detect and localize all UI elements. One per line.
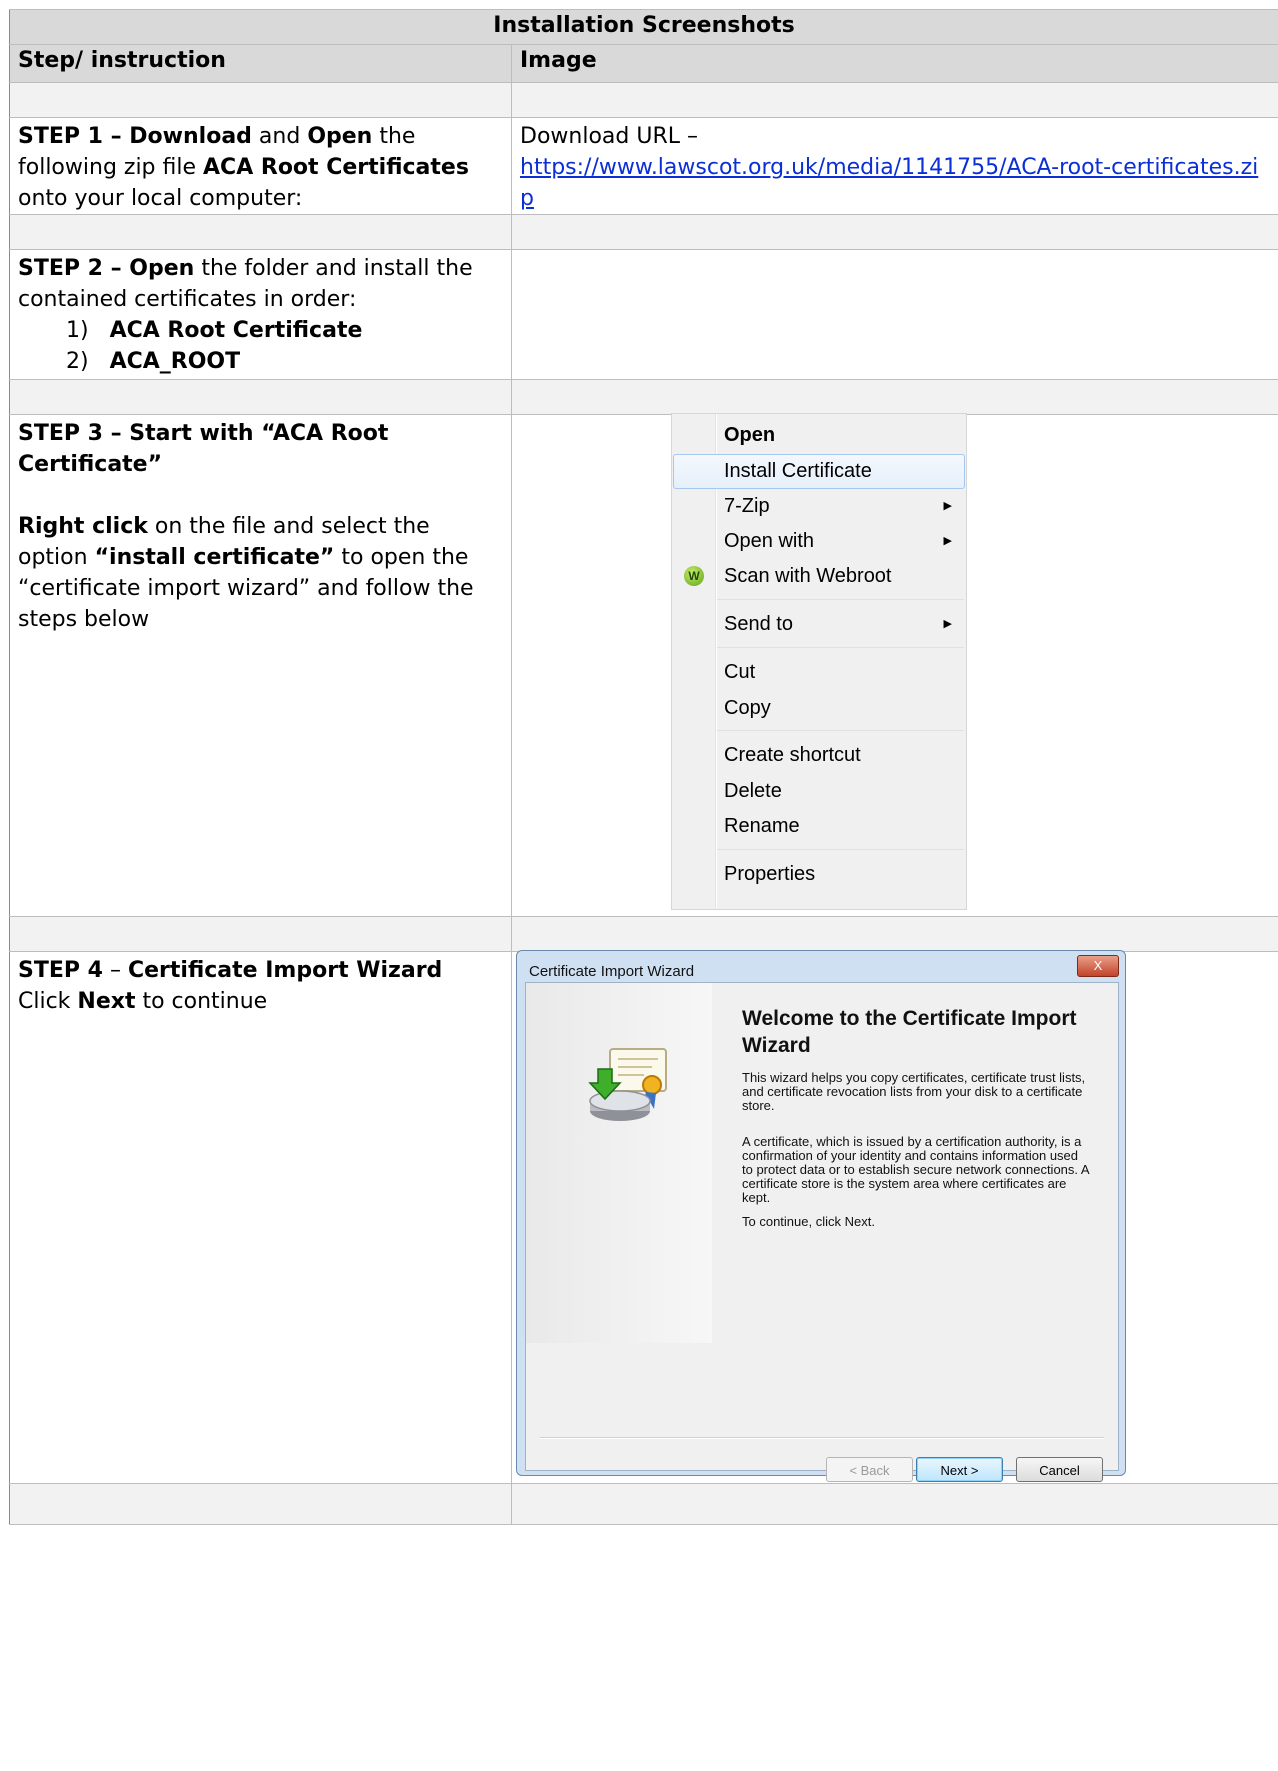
spacer-row: [9, 1483, 1278, 1525]
wizard-paragraph: To continue, click Next.: [742, 1214, 875, 1229]
zip-file-name: ACA Root Certificates: [203, 155, 469, 180]
menu-item-copy[interactable]: Copy: [672, 691, 966, 726]
submenu-arrow-icon: ▶: [943, 535, 952, 547]
step3-image-cell: Open Install Certificate 7-Zip ▶ Open wit…: [510, 413, 1278, 917]
table-title: Installation Screenshots: [8, 9, 1278, 45]
column-header-image: Image: [510, 44, 1278, 83]
installation-table: Installation Screenshots Step/ instructi…: [8, 9, 1278, 1525]
step4-instruction: STEP 4 – Certificate Import Wizard Click…: [9, 951, 512, 1484]
menu-item-cut[interactable]: Cut: [672, 655, 966, 690]
table-header-row: Step/ instruction Image: [9, 44, 1278, 83]
step2-row: STEP 2 – Open the folder and install the…: [9, 249, 1278, 380]
next-button[interactable]: Next >: [916, 1457, 1003, 1482]
table-title-row: Installation Screenshots: [8, 9, 1278, 45]
menu-separator: [717, 599, 964, 600]
list-item: 1) ACA Root Certificate: [66, 318, 363, 343]
step3-heading: STEP 3 – Start with “ACA Root Certificat…: [18, 421, 389, 477]
step4-text: Click Next to continue: [18, 989, 268, 1014]
menu-item-rename[interactable]: Rename: [672, 809, 966, 844]
step1-image-cell: Download URL – https://www.lawscot.org.uk…: [510, 117, 1278, 215]
certificate-import-icon: [588, 1048, 667, 1121]
list-item: 2) ACA_ROOT: [66, 349, 241, 374]
menu-separator: [717, 849, 964, 850]
wizard-divider: [540, 1437, 1104, 1439]
step2-image-cell: [510, 249, 1278, 380]
download-word: Download: [129, 124, 252, 149]
step4-image-cell: Certificate Import Wizard X Welcome to t…: [510, 950, 1278, 1484]
menu-item-open-with[interactable]: Open with ▶: [672, 524, 966, 559]
wizard-paragraph: A certificate, which is issued by a cert…: [742, 1134, 1089, 1205]
menu-item-7zip[interactable]: 7-Zip ▶: [672, 489, 966, 524]
step3-text: Right click on the file and select the o…: [18, 514, 474, 632]
step2-instruction: STEP 2 – Open the folder and install the…: [9, 249, 512, 380]
open-word: Open: [129, 256, 195, 281]
step1-instruction: STEP 1 – Download and Open the following…: [9, 117, 512, 215]
menu-item-send-to[interactable]: Send to ▶: [672, 607, 966, 642]
wizard-paragraph: This wizard helps you copy certificates,…: [742, 1070, 1086, 1113]
step3-instruction: STEP 3 – Start with “ACA Root Certificat…: [9, 414, 512, 917]
menu-item-create-shortcut[interactable]: Create shortcut: [672, 738, 966, 773]
submenu-arrow-icon: ▶: [943, 500, 952, 512]
wizard-heading: Welcome to the Certificate Import Wizard: [742, 1007, 1077, 1057]
step4-row: STEP 4 – Certificate Import Wizard Click…: [9, 950, 1278, 1484]
wizard-side-panel: [526, 983, 712, 1343]
spacer-row: [9, 916, 1278, 952]
download-url-link[interactable]: https://www.lawscot.org.uk/media/1141755…: [520, 155, 1258, 211]
spacer-row: [9, 379, 1278, 415]
menu-item-properties[interactable]: Properties: [672, 857, 966, 892]
cancel-button[interactable]: Cancel: [1016, 1457, 1103, 1482]
menu-item-open[interactable]: Open: [672, 418, 966, 453]
submenu-arrow-icon: ▶: [943, 618, 952, 630]
menu-item-scan-webroot[interactable]: W Scan with Webroot: [672, 559, 966, 594]
back-button[interactable]: < Back: [826, 1457, 913, 1482]
column-header-step: Step/ instruction: [9, 44, 512, 83]
webroot-icon: W: [684, 566, 704, 586]
menu-item-install-certificate[interactable]: Install Certificate: [673, 454, 965, 489]
certificate-import-wizard-window: Certificate Import Wizard X Welcome to t…: [516, 950, 1126, 1482]
spacer-row: [9, 82, 1278, 118]
context-menu: Open Install Certificate 7-Zip ▶ Open wit…: [671, 413, 967, 910]
spacer-row: [9, 214, 1278, 250]
certificate-order-list: 1) ACA Root Certificate 2) ACA_ROOT: [18, 315, 503, 377]
download-url-label: Download URL –: [520, 124, 698, 149]
step3-row: STEP 3 – Start with “ACA Root Certificat…: [9, 413, 1278, 917]
menu-separator: [717, 647, 964, 648]
step4-heading: STEP 4 – Certificate Import Wizard: [18, 958, 443, 983]
step1-row: STEP 1 – Download and Open the following…: [9, 117, 1278, 215]
open-word: Open: [307, 124, 373, 149]
wizard-body: Welcome to the Certificate Import Wizard…: [525, 982, 1119, 1482]
menu-item-delete[interactable]: Delete: [672, 774, 966, 809]
close-button[interactable]: X: [1077, 955, 1119, 977]
menu-separator: [717, 730, 964, 731]
